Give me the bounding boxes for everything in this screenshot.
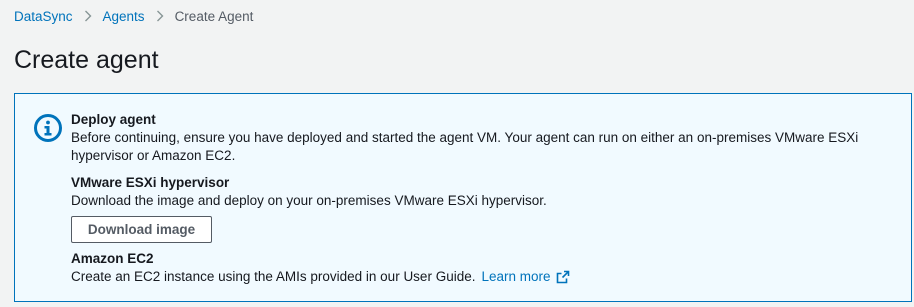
ec2-heading: Amazon EC2 xyxy=(71,251,154,266)
external-link-icon xyxy=(556,270,570,284)
ec2-description-line: Create an EC2 instance using the AMIs pr… xyxy=(71,268,901,286)
deploy-agent-heading: Deploy agent xyxy=(71,112,156,127)
download-image-button[interactable]: Download image xyxy=(71,216,212,243)
deploy-agent-info-panel: Deploy agent Before continuing, ensure y… xyxy=(14,93,912,302)
ec2-description: Create an EC2 instance using the AMIs pr… xyxy=(71,269,476,284)
info-icon xyxy=(33,113,63,143)
breadcrumb-agents[interactable]: Agents xyxy=(103,9,145,24)
learn-more-link[interactable]: Learn more xyxy=(481,268,569,286)
info-panel-content: Deploy agent Before continuing, ensure y… xyxy=(71,111,901,286)
breadcrumb-create-agent: Create Agent xyxy=(174,8,254,24)
breadcrumb-datasync[interactable]: DataSync xyxy=(14,9,73,24)
chevron-right-icon xyxy=(73,7,103,25)
deploy-agent-description: Before continuing, ensure you have deplo… xyxy=(71,130,859,163)
vmware-heading: VMware ESXi hypervisor xyxy=(71,175,230,190)
chevron-right-icon xyxy=(145,7,175,25)
vmware-description: Download the image and deploy on your on… xyxy=(71,193,547,208)
breadcrumb: DataSync Agents Create Agent xyxy=(14,7,253,25)
page-title: Create agent xyxy=(14,46,159,74)
learn-more-label: Learn more xyxy=(481,269,551,284)
